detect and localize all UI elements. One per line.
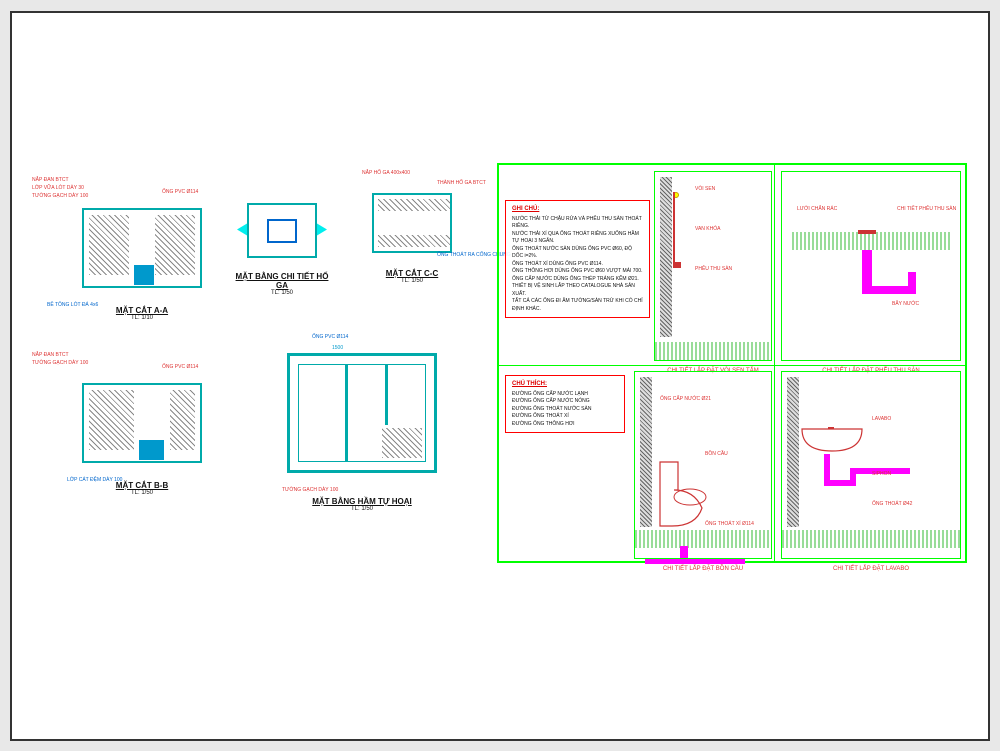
cad-viewer-frame: NẮP ĐAN BTCT LỚP VỮA LÓT DÀY 30 TƯỜNG GẠ… (10, 11, 990, 741)
detail-shower: VÒI SEN VAN KHÓA PHỄU THU SÀN CHI TIẾT L… (654, 171, 772, 361)
annot: VAN KHÓA (695, 227, 720, 233)
legend-line: ĐƯỜNG ỐNG THOÁT NƯỚC SÀN (512, 406, 618, 414)
legend-line: ĐƯỜNG ỐNG THOÁT XÍ (512, 413, 618, 421)
detail-caption: CHI TIẾT LẮP ĐẶT LAVABO (782, 566, 960, 572)
annot: LAVABO (872, 417, 891, 423)
annot: NẮP ĐAN BTCT (32, 353, 69, 359)
view-scale: TL: 1/50 (232, 290, 332, 296)
detail-sheet-frame: GHI CHÚ: NƯỚC THẢI TỪ CHẬU RỬA VÀ PHỄU T… (497, 163, 967, 563)
view-scale: TL: 1/50 (352, 278, 472, 284)
annot: ỐNG THOÁT XÍ Ø114 (705, 522, 754, 528)
view-scale: TL: 1/10 (67, 315, 217, 321)
annot: THÀNH HỐ GA BTCT (437, 181, 486, 187)
annot: TƯỜNG GẠCH DÀY 100 (32, 194, 88, 200)
note-line: ỐNG THOÁT XÍ DÙNG ỐNG PVC Ø114. (512, 261, 643, 269)
notes-ghi-chu: GHI CHÚ: NƯỚC THẢI TỪ CHẬU RỬA VÀ PHỄU T… (505, 200, 650, 319)
dim: 1500 (332, 345, 343, 351)
note-line: ỐNG CẤP NƯỚC DÙNG ỐNG THÉP TRÁNG KẼM Ø21… (512, 276, 643, 284)
annot: NẮP ĐAN BTCT (32, 178, 69, 184)
annot: ỐNG PVC Ø114 (312, 335, 348, 341)
note-line: ỐNG THOÁT NƯỚC SÀN DÙNG ỐNG PVC Ø60, ĐỘ … (512, 246, 643, 261)
view-title: MẶT CẮT C-C (352, 269, 472, 278)
annot: ỐNG THOÁT Ø42 (872, 502, 912, 508)
note-line: THIẾT BỊ VỆ SINH LẮP THEO CATALOGUE NHÀ … (512, 283, 643, 298)
annot: ỐNG PVC Ø114 (162, 190, 198, 196)
annot: LỚP CÁT ĐỆM DÀY 100 (67, 478, 122, 484)
annot: LỚP VỮA LÓT DÀY 30 (32, 186, 84, 192)
annot: VÒI SEN (695, 187, 715, 193)
drawing-canvas[interactable]: NẮP ĐAN BTCT LỚP VỮA LÓT DÀY 30 TƯỜNG GẠ… (12, 13, 988, 739)
legend-title: CHÚ THÍCH: (512, 380, 618, 389)
legend-line: ĐƯỜNG ỐNG CẤP NƯỚC LẠNH (512, 391, 618, 399)
note-line: ỐNG THÔNG HƠI DÙNG ỐNG PVC Ø60 VƯỢT MÁI … (512, 268, 643, 276)
note-line: TẤT CẢ CÁC ỐNG ĐI ÂM TƯỜNG/SÀN TRỪ KHI C… (512, 298, 643, 313)
view-section-b: NẮP ĐAN BTCT TƯỜNG GẠCH DÀY 100 ỐNG PVC … (67, 383, 217, 496)
annot: BỒN CẦU (705, 452, 728, 458)
legend-line: ĐƯỜNG ỐNG CẤP NƯỚC NÓNG (512, 398, 618, 406)
annot: BÊ TÔNG LÓT ĐÁ 4x6 (47, 303, 98, 309)
annot: PHỄU THU SÀN (695, 267, 732, 273)
notes-chu-thich: CHÚ THÍCH: ĐƯỜNG ỐNG CẤP NƯỚC LẠNH ĐƯỜNG… (505, 375, 625, 434)
view-scale: TL: 1/50 (272, 506, 452, 512)
detail-caption: CHI TIẾT LẮP ĐẶT BỒN CẦU (635, 566, 771, 572)
notes-title: GHI CHÚ: (512, 205, 643, 214)
annot: SIPHON (872, 472, 891, 478)
note-line: NƯỚC THẢI XÍ QUA ỐNG THOÁT RIÊNG XUỐNG H… (512, 231, 643, 246)
annot: TƯỜNG GẠCH DÀY 100 (282, 488, 338, 494)
annot: CHI TIẾT PHỄU THU SÀN (897, 207, 956, 213)
view-plan-hoga: MẶT BẰNG CHI TIẾT HỐ GA TL: 1/50 (232, 203, 332, 296)
detail-floor-drain: LƯỚI CHẮN RÁC CHI TIẾT PHỄU THU SÀN BẪY … (781, 171, 961, 361)
annot: BẪY NƯỚC (892, 302, 919, 308)
view-title: MẶT BẰNG CHI TIẾT HỐ GA (232, 272, 332, 290)
view-scale: TL: 1/50 (67, 490, 217, 496)
annot: ỐNG CẤP NƯỚC Ø21 (660, 397, 711, 403)
note-line: NƯỚC THẢI TỪ CHẬU RỬA VÀ PHỄU THU SÀN TH… (512, 216, 643, 231)
detail-lavabo: LAVABO SIPHON ỐNG THOÁT Ø42 CHI TIẾT LẮP… (781, 371, 961, 559)
view-section-c: NẮP HỐ GA 400x400 THÀNH HỐ GA BTCT ỐNG T… (352, 193, 472, 284)
view-plan-septic: ỐNG PVC Ø114 TƯỜNG GẠCH DÀY 100 1500 MẶT… (272, 353, 452, 512)
view-title: MẶT BẰNG HẦM TỰ HOẠI (272, 497, 452, 506)
view-section-a: NẮP ĐAN BTCT LỚP VỮA LÓT DÀY 30 TƯỜNG GẠ… (67, 208, 217, 321)
detail-wc: BỒN CẦU ỐNG THOÁT XÍ Ø114 ỐNG CẤP NƯỚC Ø… (634, 371, 772, 559)
annot: ỐNG PVC Ø114 (162, 365, 198, 371)
legend-line: ĐƯỜNG ỐNG THÔNG HƠI (512, 421, 618, 429)
annot: LƯỚI CHẮN RÁC (797, 207, 837, 213)
wc-icon (655, 457, 715, 527)
annot: NẮP HỐ GA 400x400 (362, 171, 410, 177)
annot: TƯỜNG GẠCH DÀY 100 (32, 361, 88, 367)
